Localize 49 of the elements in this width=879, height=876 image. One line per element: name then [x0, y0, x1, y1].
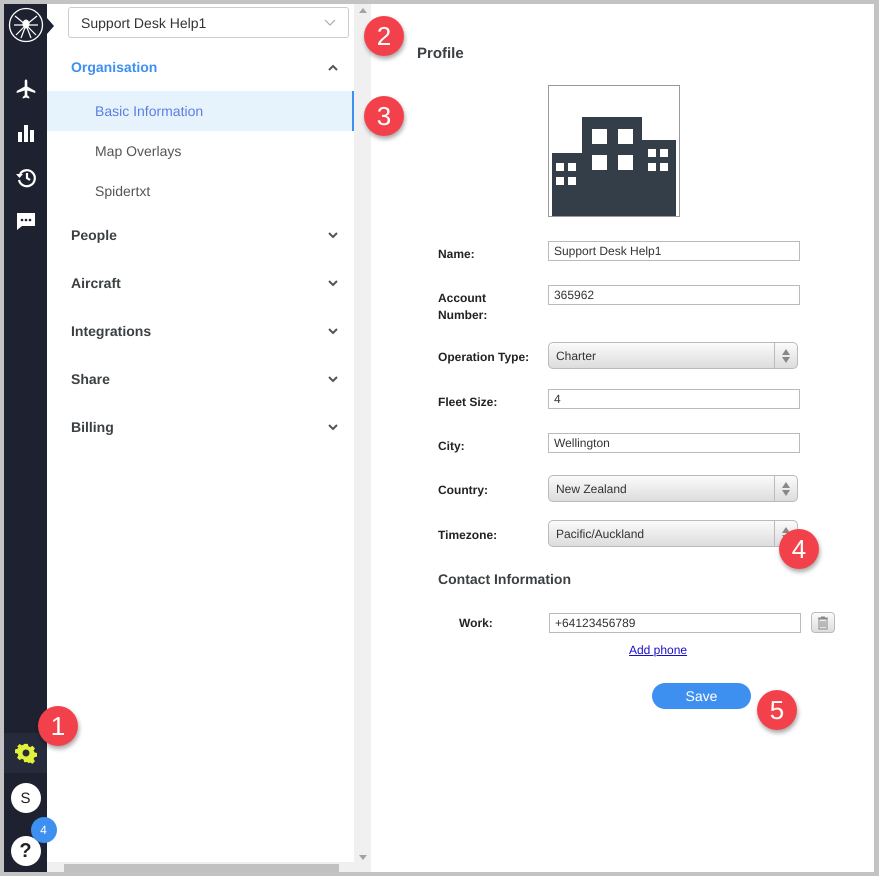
trash-icon: [817, 616, 829, 630]
nav-item[interactable]: Spidertxt: [47, 171, 354, 211]
user-avatar[interactable]: S: [10, 783, 40, 813]
text-field[interactable]: Support Desk Help1: [548, 241, 800, 261]
notification-badge: 4: [30, 817, 56, 843]
nav-section[interactable]: Billing: [47, 403, 354, 451]
add-phone-link[interactable]: Add phone: [629, 643, 688, 657]
field-label: Operation Type:: [438, 349, 530, 366]
chevron-up-icon: [328, 64, 338, 70]
field-label: Work:: [458, 616, 494, 630]
help-button[interactable]: ?: [10, 836, 40, 866]
field-label: Timezone:: [438, 527, 498, 544]
chevron-down-icon: [328, 328, 338, 334]
callout-marker: 3: [364, 96, 404, 136]
nav-section[interactable]: People: [47, 211, 354, 259]
building-icon: [548, 85, 680, 217]
chevron-down-icon: [328, 424, 338, 430]
field-label: Name:: [438, 246, 476, 263]
text-field[interactable]: Wellington: [548, 433, 800, 453]
section-heading: Contact Information: [438, 571, 572, 587]
chevron-down-icon: [328, 280, 338, 286]
settings-icon[interactable]: [4, 733, 47, 773]
callout-marker: 4: [779, 529, 819, 569]
field-label: Account Number:: [438, 290, 488, 324]
chevron-down-icon: [324, 18, 336, 26]
page-title: Profile: [417, 45, 465, 62]
nav-section[interactable]: Aircraft: [47, 259, 354, 307]
callout-marker: 1: [38, 706, 78, 746]
chevron-down-icon: [328, 232, 338, 238]
chevron-down-icon: [328, 376, 338, 382]
field-label: City:: [438, 438, 466, 455]
callout-marker: 5: [757, 690, 797, 730]
text-field[interactable]: 365962: [548, 285, 800, 305]
nav-section[interactable]: Integrations: [47, 307, 354, 355]
spider-logo-icon[interactable]: [8, 7, 44, 43]
select-dropdown[interactable]: Charter: [548, 342, 798, 369]
text-field[interactable]: 4: [548, 389, 800, 409]
field-label: Fleet Size:: [438, 394, 498, 411]
select-dropdown[interactable]: New Zealand: [548, 475, 798, 502]
vertical-scrollbar[interactable]: [354, 4, 371, 872]
nav-item[interactable]: Map Overlays: [47, 131, 354, 171]
callout-marker: 2: [364, 16, 404, 56]
organisation-dropdown[interactable]: Support Desk Help1: [68, 7, 349, 38]
phone-field[interactable]: +64123456789: [549, 612, 801, 632]
delete-button[interactable]: [811, 612, 835, 633]
up-down-arrows-icon: [781, 480, 791, 496]
up-down-arrows-icon: [781, 348, 791, 364]
nav-section[interactable]: Share: [47, 355, 354, 403]
field-label: Country:: [438, 482, 489, 499]
